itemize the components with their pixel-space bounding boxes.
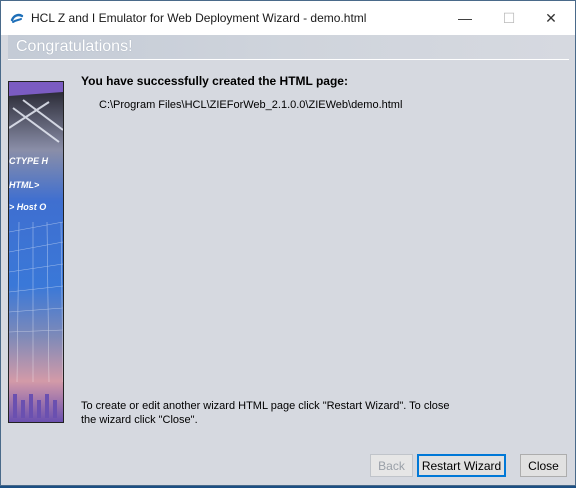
close-window-button[interactable]: ✕	[529, 1, 573, 35]
side-image-text-3: > Host O	[9, 202, 46, 212]
close-button[interactable]: Close	[520, 454, 567, 477]
minimize-button[interactable]: —	[443, 1, 487, 35]
output-file-path: C:\Program Files\HCL\ZIEForWeb_2.1.0.0\Z…	[99, 99, 403, 111]
page-banner: Congratulations!	[8, 35, 569, 60]
page-title: Congratulations!	[16, 38, 133, 55]
title-bar[interactable]: HCL Z and I Emulator for Web Deployment …	[1, 1, 575, 35]
maximize-button[interactable]: ☐	[487, 1, 531, 35]
back-button[interactable]: Back	[370, 454, 413, 477]
side-image-text-2: HTML>	[9, 180, 40, 190]
restart-wizard-button[interactable]: Restart Wizard	[417, 454, 506, 477]
success-heading: You have successfully created the HTML p…	[81, 74, 348, 88]
wizard-side-image: CTYPE H HTML> > Host O	[8, 81, 64, 423]
side-image-text-1: CTYPE H	[9, 156, 49, 166]
side-image-graphic: CTYPE H HTML> > Host O	[9, 82, 63, 422]
window-title: HCL Z and I Emulator for Web Deployment …	[31, 11, 367, 25]
wizard-window: HCL Z and I Emulator for Web Deployment …	[0, 0, 576, 486]
instructions-text: To create or edit another wizard HTML pa…	[81, 400, 450, 426]
app-icon	[10, 13, 24, 23]
